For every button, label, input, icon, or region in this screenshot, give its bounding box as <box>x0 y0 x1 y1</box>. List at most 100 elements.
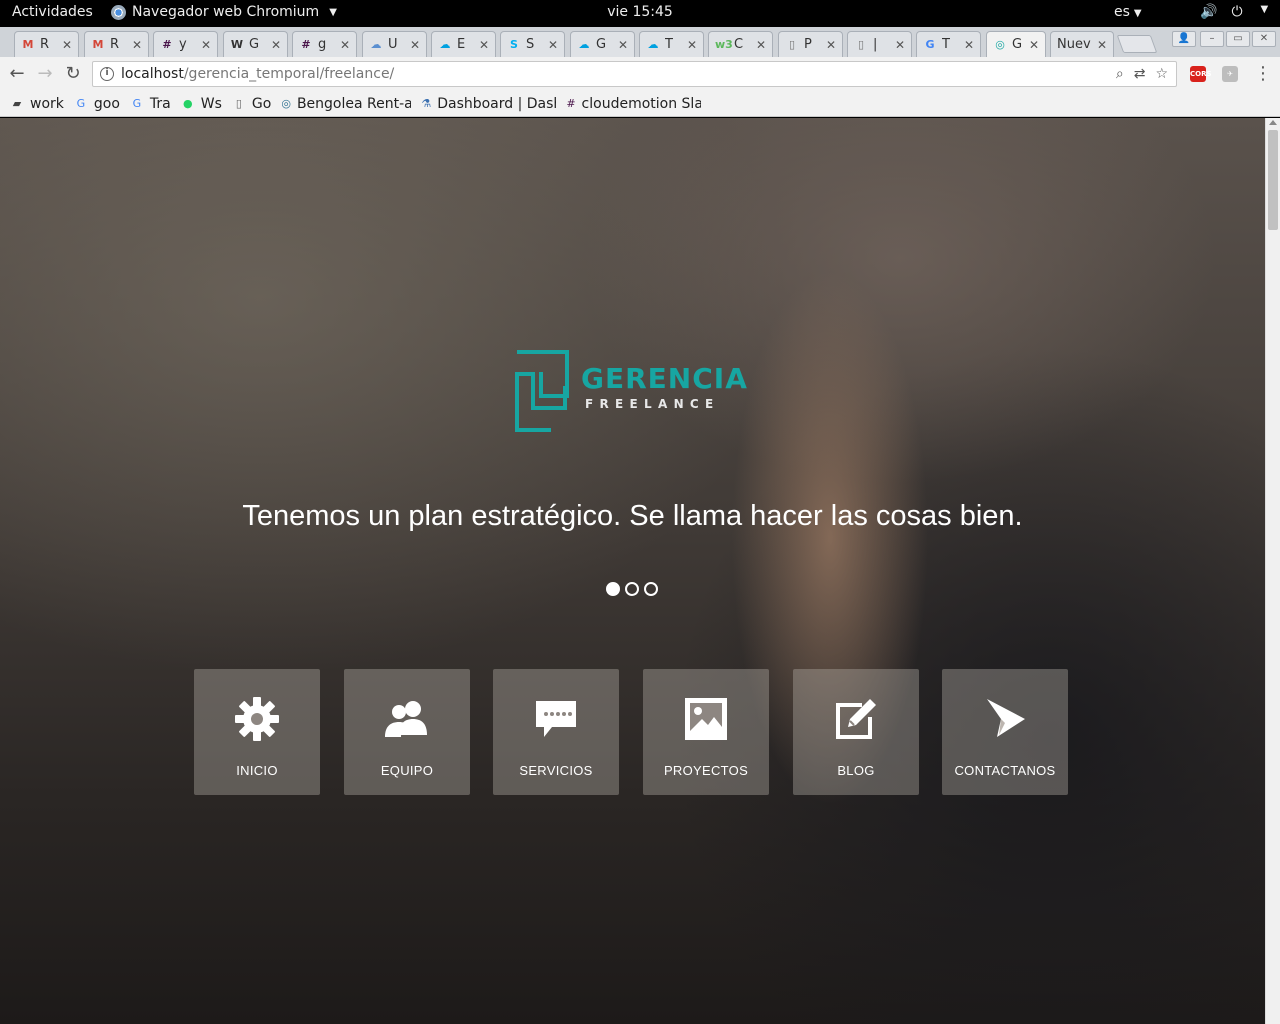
browser-tab[interactable]: ☁ U ✕ <box>362 31 427 57</box>
tab-title: G <box>596 37 607 52</box>
menu-item-label: CONTACTANOS <box>954 763 1056 778</box>
browser-tab[interactable]: S S ✕ <box>500 31 565 57</box>
scrollbar-thumb[interactable] <box>1268 130 1278 230</box>
browser-tab[interactable]: ☁ T ✕ <box>639 31 704 57</box>
extension-icon[interactable]: ✈ <box>1222 66 1238 82</box>
close-tab-icon[interactable]: ✕ <box>201 38 211 52</box>
bookmark-item[interactable]: ▯ Go <box>232 96 271 112</box>
address-bar[interactable]: i localhost/gerencia_temporal/freelance/… <box>92 61 1177 87</box>
tab-title: T <box>942 37 950 52</box>
bookmark-item[interactable]: ⚗ Dashboard | Dashl <box>421 96 556 112</box>
maximize-button[interactable]: ▭ <box>1226 31 1250 47</box>
bookmark-item[interactable]: ◎ Bengolea Rent-a-F <box>281 96 411 112</box>
star-icon[interactable]: ☆ <box>1155 62 1168 86</box>
bookmarks-bar: ▰work Ggoo G Tra ●Ws ▯Go ◎Bengolea Rent-a-F ⚗Da… <box>0 91 1280 117</box>
close-tab-icon[interactable]: ✕ <box>756 38 766 52</box>
zoom-icon[interactable]: ⌕ <box>1116 62 1124 86</box>
close-tab-icon[interactable]: ✕ <box>1097 38 1107 52</box>
bookmark-item[interactable]: Ggoo <box>74 96 120 112</box>
menu-item-label: INICIO <box>236 763 278 778</box>
close-tab-icon[interactable]: ✕ <box>62 38 72 52</box>
browser-tab[interactable]: ▯ | ✕ <box>847 31 912 57</box>
slack-icon: # <box>162 37 172 51</box>
translate-icon: G <box>132 96 142 110</box>
logo-mark-icon <box>515 350 569 432</box>
bookmark-item[interactable]: ● Ws <box>181 96 222 112</box>
cors-extension-icon[interactable]: CORS <box>1190 66 1212 82</box>
chevron-down-icon: ▼ <box>329 6 337 18</box>
browser-tab[interactable]: Nuev ✕ <box>1050 31 1114 57</box>
menu-item-servicios[interactable]: SERVICIOS <box>493 669 619 795</box>
browser-tab[interactable]: ☁ G ✕ <box>570 31 635 57</box>
page-scrollbar[interactable] <box>1265 118 1280 1024</box>
translate-icon[interactable]: ⇄ <box>1134 62 1146 86</box>
close-tab-icon[interactable]: ✕ <box>340 38 350 52</box>
clock[interactable]: vie 15:45 <box>607 4 673 20</box>
close-tab-icon[interactable]: ✕ <box>618 38 628 52</box>
close-tab-icon[interactable]: ✕ <box>132 38 142 52</box>
back-button[interactable]: ← <box>6 63 28 85</box>
close-tab-icon[interactable]: ✕ <box>895 38 905 52</box>
slider-dot-2[interactable] <box>625 582 639 596</box>
tab-title: R <box>110 37 120 52</box>
browser-tab[interactable]: W G ✕ <box>223 31 288 57</box>
close-tab-icon[interactable]: ✕ <box>826 38 836 52</box>
language-selector[interactable]: es ▼ <box>1114 4 1142 20</box>
slider-dot-3[interactable] <box>644 582 658 596</box>
translate-icon: G <box>925 37 935 51</box>
activities-button[interactable]: Actividades <box>12 4 93 20</box>
site-logo[interactable]: GERENCIA FREELANCE <box>515 348 747 432</box>
bookmark-item[interactable]: # cloudemotion Slac <box>566 96 701 112</box>
skype-icon: S <box>510 37 518 51</box>
forward-button[interactable]: → <box>34 63 56 85</box>
scroll-up-icon[interactable] <box>1269 120 1277 125</box>
tab-title: U <box>388 37 398 52</box>
send-icon <box>987 699 1025 737</box>
volume-icon: 🔊 <box>1200 4 1218 20</box>
chrome-menu-icon[interactable]: ⋮ <box>1252 63 1274 85</box>
bookmark-label: cloudemotion Slac <box>581 95 702 112</box>
close-tab-icon[interactable]: ✕ <box>410 38 420 52</box>
system-menu[interactable]: 🔊 ⏻ ▼ <box>1200 4 1268 20</box>
browser-tab[interactable]: M R ✕ <box>84 31 149 57</box>
browser-tab[interactable]: w3 C ✕ <box>708 31 773 57</box>
menu-item-equipo[interactable]: EQUIPO <box>344 669 470 795</box>
tab-title: S <box>526 37 535 52</box>
browser-tab[interactable]: G T ✕ <box>916 31 981 57</box>
browser-tab[interactable]: ☁ E ✕ <box>431 31 496 57</box>
close-tab-icon[interactable]: ✕ <box>548 38 558 52</box>
new-tab-button[interactable] <box>1116 35 1158 53</box>
slider-pagination <box>606 582 658 596</box>
tab-title: g <box>318 37 327 52</box>
menu-item-inicio[interactable]: INICIO <box>194 669 320 795</box>
slack-icon: # <box>566 96 576 110</box>
close-tab-icon[interactable]: ✕ <box>271 38 281 52</box>
bookmark-label: Dashboard | Dashl <box>437 95 557 112</box>
close-tab-icon[interactable]: ✕ <box>479 38 489 52</box>
close-window-button[interactable]: ✕ <box>1252 31 1276 47</box>
bookmark-label: Tra <box>149 95 171 112</box>
close-tab-icon[interactable]: ✕ <box>964 38 974 52</box>
browser-tab[interactable]: M R ✕ <box>14 31 79 57</box>
minimize-button[interactable]: – <box>1200 31 1224 47</box>
slider-dot-1[interactable] <box>606 582 620 596</box>
reload-button[interactable]: ↻ <box>62 63 84 85</box>
browser-tab[interactable]: # g ✕ <box>292 31 357 57</box>
close-tab-icon[interactable]: ✕ <box>687 38 697 52</box>
bookmark-label: work <box>30 95 64 112</box>
app-menu[interactable]: Navegador web Chromium ▼ <box>111 4 337 20</box>
browser-tab[interactable]: ▯ P ✕ <box>778 31 843 57</box>
browser-tab[interactable]: ◎ G ✕ <box>986 31 1046 57</box>
menu-item-blog[interactable]: BLOG <box>793 669 919 795</box>
bookmark-item[interactable]: ▰ work <box>10 96 64 112</box>
close-tab-icon[interactable]: ✕ <box>1029 38 1039 52</box>
browser-tab[interactable]: # y ✕ <box>153 31 218 57</box>
menu-item-proyectos[interactable]: PROYECTOS <box>643 669 769 795</box>
site-icon: ◎ <box>995 37 1005 51</box>
tab-strip: 👤 – ▭ ✕ M R ✕ M R ✕ # y ✕ W G ✕ # g ✕ ☁ U ✕ ☁ E ✕ S S ✕ ☁ G ✕ ☁ T ✕ w3… <box>0 27 1280 57</box>
bookmark-item[interactable]: G Tra <box>130 96 171 112</box>
url-path: /gerencia_temporal/freelance/ <box>183 66 395 82</box>
info-icon[interactable]: i <box>100 67 114 81</box>
menu-item-contactanos[interactable]: CONTACTANOS <box>942 669 1068 795</box>
profile-button[interactable]: 👤 <box>1172 31 1196 47</box>
